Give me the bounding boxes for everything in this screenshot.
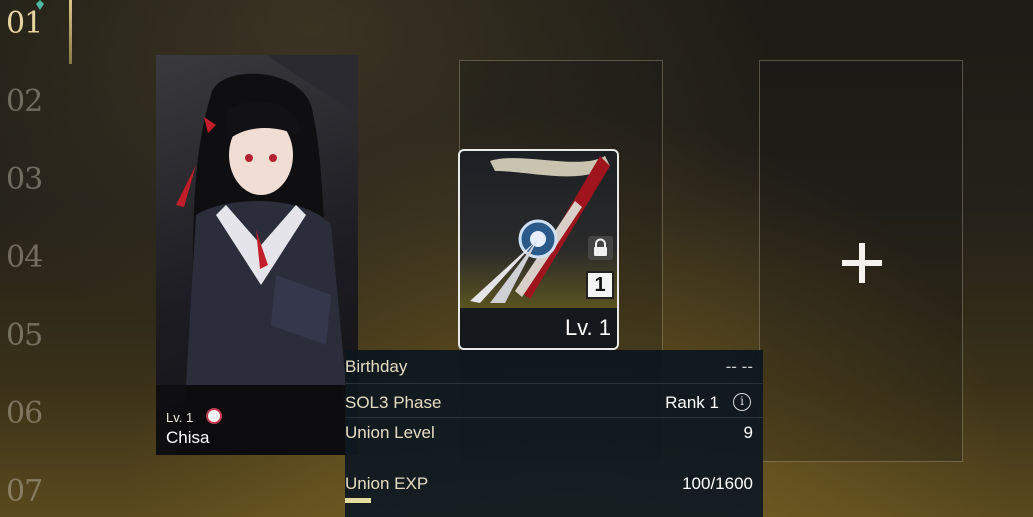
slot-number-02[interactable]: 02 (6, 84, 43, 119)
team-slot-3[interactable] (759, 60, 963, 462)
slot-number-04[interactable]: 04 (6, 240, 43, 275)
character-card[interactable]: Lv. 1 Chisa (156, 55, 358, 455)
character-info-panel: Birthday -- -- SOL3 Phase Rank 1 i Union… (345, 350, 763, 517)
slot-number-03[interactable]: 03 (6, 162, 43, 197)
slot-number-06[interactable]: 06 (6, 396, 43, 431)
slot-number-05[interactable]: 05 (6, 318, 43, 353)
union-level-row: Union Level 9 (345, 418, 763, 448)
union-exp-bar (345, 498, 371, 503)
weapon-level: Lv. 1 (564, 315, 611, 340)
element-badge-icon (206, 408, 222, 424)
info-icon[interactable]: i (733, 393, 751, 411)
character-portrait (156, 55, 358, 455)
active-slot-indicator (69, 0, 72, 64)
phase-value: Rank 1 (665, 393, 719, 412)
character-name: Chisa (166, 428, 210, 447)
divider (345, 383, 763, 384)
union-exp-value: 100/1600 (682, 474, 753, 493)
union-exp-label: Union EXP (345, 474, 429, 493)
weapon-card[interactable]: 1 Lv. 1 (458, 149, 619, 350)
birthday-value: -- -- (725, 357, 753, 376)
union-level-label: Union Level (345, 423, 435, 442)
weapon-rank-badge: 1 (586, 271, 614, 299)
slot-number-07[interactable]: 07 (6, 474, 43, 509)
union-exp-row: Union EXP 100/1600 (345, 469, 763, 499)
lock-icon[interactable] (588, 236, 613, 260)
union-level-value: 9 (743, 423, 753, 442)
birthday-label: Birthday (345, 357, 408, 376)
character-level: Lv. 1 (166, 410, 194, 425)
phase-label: SOL3 Phase (345, 393, 442, 412)
phase-row: SOL3 Phase Rank 1 (345, 388, 763, 418)
slot-number-list: 01 02 03 04 05 06 07 (0, 0, 72, 517)
plus-icon[interactable] (842, 243, 882, 283)
birthday-row: Birthday -- -- (345, 352, 763, 382)
slot-number-01[interactable]: 01 (6, 6, 43, 41)
